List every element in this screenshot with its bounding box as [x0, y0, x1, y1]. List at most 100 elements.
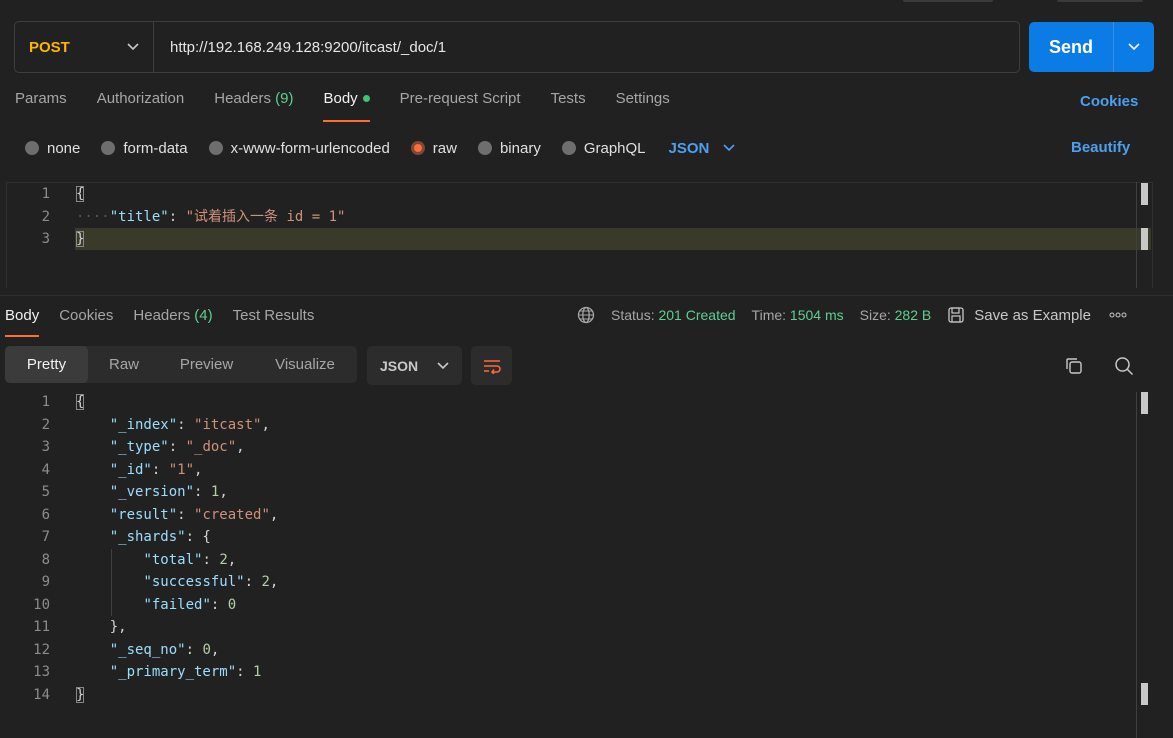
code-line: "result": "created",: [109, 507, 279, 523]
line-number: 5: [41, 484, 50, 500]
radio-none[interactable]: none: [25, 140, 80, 157]
radio-graphql[interactable]: GraphQL: [561, 139, 646, 157]
code-line: "total": 2,: [143, 552, 237, 568]
search-button[interactable]: [1113, 355, 1135, 377]
method-select[interactable]: POST: [15, 22, 154, 72]
url-input[interactable]: http://192.168.249.128:9200/itcast/_doc/…: [154, 39, 1019, 56]
json-string-value: "试着插入一条 id = 1": [185, 209, 346, 225]
resp-tab-test-results[interactable]: Test Results: [233, 307, 315, 332]
response-format-label: JSON: [380, 357, 419, 374]
pane-divider[interactable]: [0, 295, 1173, 296]
code-line: "_primary_term": 1: [109, 664, 262, 680]
json-key: "_index": [109, 417, 178, 433]
top-toolbar-edge: [903, 0, 993, 2]
editor-scrollbar-thumb[interactable]: [1141, 228, 1148, 250]
top-toolbar-edge: [1057, 0, 1143, 2]
tab-tests[interactable]: Tests: [551, 90, 586, 114]
tab-params[interactable]: Params: [15, 90, 67, 114]
radio-circle: [25, 141, 39, 155]
line-number: 1: [41, 394, 50, 410]
radio-raw[interactable]: raw: [410, 139, 457, 157]
tab-headers-label: Headers: [214, 90, 271, 107]
code-line: {: [76, 183, 85, 205]
resp-tab-body[interactable]: Body: [5, 307, 40, 337]
chevron-down-icon: [723, 144, 735, 152]
tab-body-label: Body: [323, 90, 358, 107]
code-line: "_type": "_doc",: [109, 439, 245, 455]
tab-headers[interactable]: Headers (9): [214, 90, 293, 114]
json-key: "failed": [143, 597, 211, 613]
tab-body[interactable]: Body: [323, 90, 370, 122]
search-icon: [1115, 357, 1134, 376]
body-modified-dot: [362, 94, 370, 102]
radio-urlencoded[interactable]: x-www-form-urlencoded: [208, 140, 390, 157]
json-key: "_version": [109, 484, 195, 500]
radio-circle: [477, 141, 492, 155]
json-key: "result": [109, 507, 178, 523]
code-line: "_seq_no": 0,: [109, 642, 220, 658]
json-key: "_type": [109, 439, 169, 455]
line-number: 7: [41, 529, 50, 545]
wrap-lines-button[interactable]: [471, 346, 512, 385]
radio-label: GraphQL: [583, 139, 646, 157]
raw-format-select[interactable]: JSON: [669, 140, 736, 157]
send-button[interactable]: Send: [1029, 22, 1113, 72]
json-string-value: "itcast": [194, 417, 262, 433]
beautify-link[interactable]: Beautify: [1071, 139, 1130, 156]
radio-circle-selected: [410, 141, 425, 155]
response-scrollbar-thumb[interactable]: [1141, 392, 1148, 414]
view-preview[interactable]: Preview: [160, 346, 253, 383]
open-brace: {: [76, 394, 85, 410]
time-info[interactable]: Time: 1504 ms: [752, 307, 844, 323]
response-scrollbar-track: [1136, 392, 1137, 738]
response-tabs: Body Cookies Headers (4) Test Results: [5, 307, 334, 337]
close-brace: }: [76, 687, 85, 703]
json-number-value: 0: [202, 642, 211, 658]
tab-settings[interactable]: Settings: [616, 90, 670, 114]
raw-format-label: JSON: [668, 139, 710, 157]
tab-authorization[interactable]: Authorization: [97, 90, 185, 114]
response-scrollbar-thumb[interactable]: [1141, 683, 1148, 705]
radio-form-data[interactable]: form-data: [101, 139, 188, 157]
chevron-down-icon: [1128, 43, 1140, 51]
copy-button[interactable]: [1063, 355, 1085, 377]
json-number-value: 0: [227, 597, 237, 613]
response-format-select[interactable]: JSON: [367, 346, 462, 385]
save-icon: [948, 307, 964, 323]
radio-label: form-data: [123, 139, 188, 157]
code-line: "successful": 2,: [143, 574, 279, 590]
save-as-example-button[interactable]: Save as Example: [947, 306, 1091, 324]
json-string-value: "_doc": [185, 439, 237, 455]
globe-icon[interactable]: [577, 306, 595, 324]
radio-label: raw: [432, 139, 457, 157]
view-raw[interactable]: Raw: [88, 346, 160, 383]
json-number-value: 1: [253, 664, 262, 680]
editor-scrollbar-thumb[interactable]: [1141, 183, 1148, 205]
view-pretty[interactable]: Pretty: [5, 346, 88, 383]
resp-tab-headers-label: Headers: [133, 307, 191, 324]
line-number: 14: [33, 687, 50, 703]
close-brace: }: [76, 231, 85, 247]
code-line: }: [76, 684, 85, 706]
save-as-example-label: Save as Example: [974, 306, 1091, 324]
radio-binary[interactable]: binary: [477, 140, 541, 157]
size-info[interactable]: Size: 282 B: [860, 307, 932, 323]
resp-tab-headers[interactable]: Headers (4): [133, 307, 212, 332]
editor-scrollbar-track: [1136, 182, 1137, 288]
json-key: "title": [109, 209, 169, 225]
resp-tab-cookies[interactable]: Cookies: [59, 307, 113, 332]
tab-prerequest-script[interactable]: Pre-request Script: [400, 90, 521, 114]
line-number: 3: [41, 439, 50, 455]
line-number: 6: [41, 507, 50, 523]
json-key: "total": [143, 552, 203, 568]
status-info[interactable]: Status: 201 Created: [611, 307, 736, 323]
cookies-link[interactable]: Cookies: [1080, 93, 1138, 110]
code-line: ····"title": "试着插入一条 id = 1": [76, 209, 346, 225]
code-line: "failed": 0: [143, 597, 237, 613]
code-line: "_index": "itcast",: [109, 417, 270, 433]
more-options-icon[interactable]: [1109, 312, 1127, 318]
send-options-button[interactable]: [1113, 22, 1154, 72]
view-visualize[interactable]: Visualize: [253, 346, 357, 383]
chevron-down-icon: [437, 361, 449, 369]
json-key: "_primary_term": [109, 664, 237, 680]
